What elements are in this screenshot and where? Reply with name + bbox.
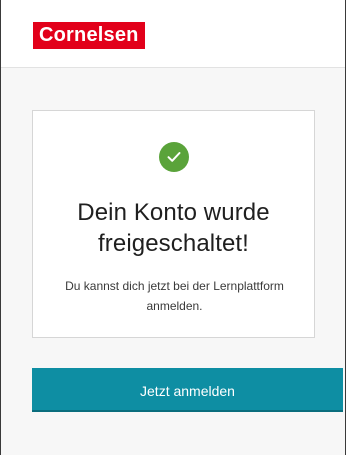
confirmation-description: Du kannst dich jetzt bei der Lernplattfo… [53,276,296,316]
cornelsen-logo[interactable]: Cornelsen [33,22,145,49]
description-line-1: Du kannst dich jetzt bei der Lernplattfo… [65,279,284,293]
title-line-2: freigeschaltet! [98,230,249,257]
confirmation-card: Dein Konto wurde freigeschaltet! Du kann… [32,110,315,338]
site-header: Cornelsen [1,0,345,68]
login-button[interactable]: Jetzt anmelden [32,368,343,412]
description-line-2: anmelden. [146,299,203,313]
check-circle-icon [159,142,189,172]
title-line-1: Dein Konto wurde [77,199,270,226]
page-title: Dein Konto wurde freigeschaltet! [33,197,314,259]
